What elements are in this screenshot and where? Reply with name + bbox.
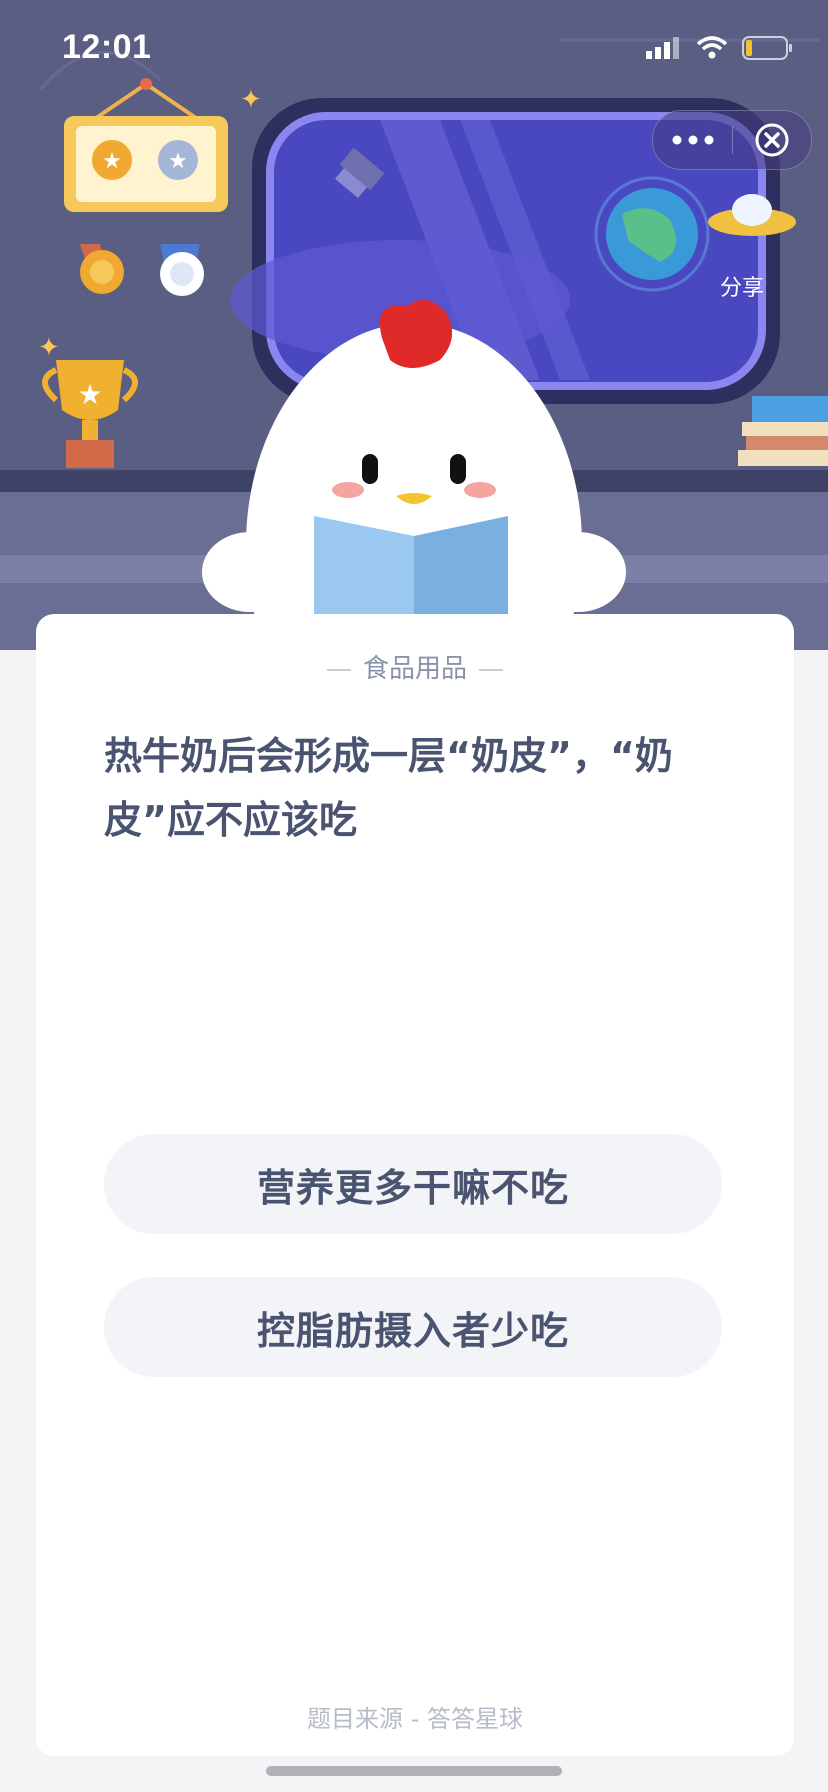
category-line-left <box>326 668 351 671</box>
close-button[interactable] <box>732 111 811 169</box>
svg-text:★: ★ <box>102 149 122 174</box>
hero-illustration: ★ ★ ✦ ✦ ★ 12:01 分享 <box>0 0 828 650</box>
svg-text:✦: ✦ <box>240 85 262 115</box>
battery-icon <box>742 36 792 60</box>
share-button[interactable]: 分享 <box>720 270 764 302</box>
more-dots-icon <box>672 135 713 145</box>
question-source: 题目来源 - 答答星球 <box>307 1705 523 1733</box>
svg-text:★: ★ <box>77 378 102 411</box>
wifi-icon <box>696 36 728 59</box>
status-icons <box>646 36 794 60</box>
svg-text:★: ★ <box>168 149 188 174</box>
svg-text:✦: ✦ <box>38 333 60 363</box>
classroom-scene: ★ ★ ✦ ✦ ★ <box>0 0 828 650</box>
quiz-card: 食品用品 热牛奶后会形成一层“奶皮”，“奶皮”应不应该吃 营养更多干嘛不吃 控脂… <box>36 614 794 1756</box>
miniprogram-capsule <box>652 110 812 170</box>
category-text: 食品用品 <box>362 654 467 684</box>
status-time: 12:01 <box>62 28 152 66</box>
more-button[interactable] <box>653 111 732 169</box>
home-indicator[interactable] <box>266 1766 562 1776</box>
category-line-right <box>479 668 503 671</box>
signal-icon <box>646 37 679 59</box>
category-label: 食品用品 <box>36 648 794 685</box>
close-circle-icon <box>755 123 788 157</box>
question-text: 热牛奶后会形成一层“奶皮”，“奶皮”应不应该吃 <box>104 734 673 842</box>
answer-option-1[interactable]: 营养更多干嘛不吃 <box>104 1134 722 1234</box>
answer-option-2[interactable]: 控脂肪摄入者少吃 <box>104 1277 722 1377</box>
